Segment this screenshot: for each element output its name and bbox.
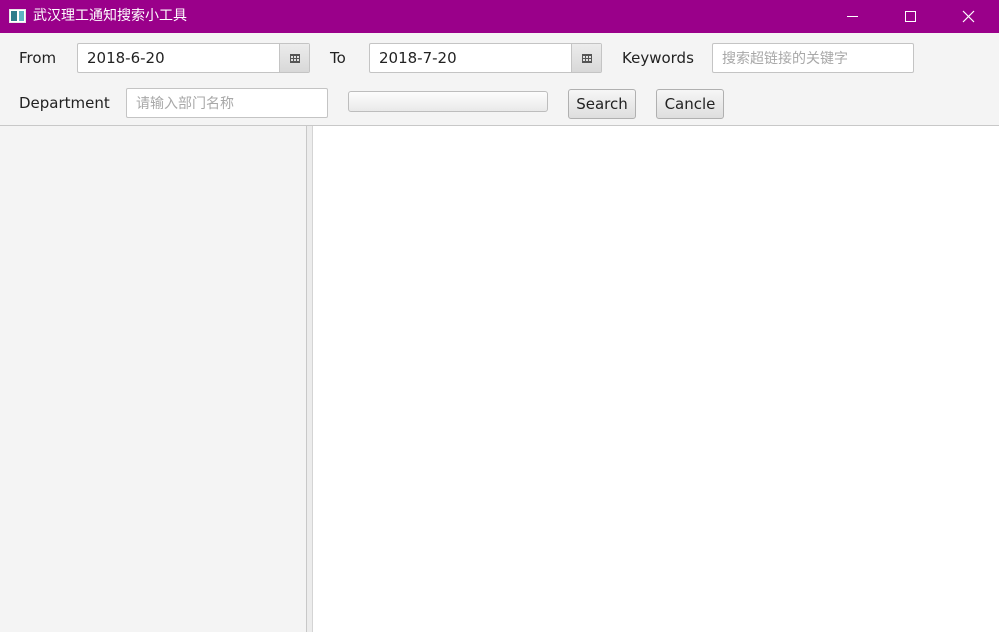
search-button[interactable]: Search [568,89,636,119]
keywords-label: Keywords [622,49,694,67]
maximize-icon [904,11,916,22]
progress-bar [348,91,548,112]
to-calendar-button[interactable] [571,44,601,72]
calendar-icon [289,53,300,63]
department-label: Department [19,94,110,112]
maximize-button[interactable] [881,0,939,33]
from-calendar-button[interactable] [279,44,309,72]
results-list-panel[interactable] [0,126,306,632]
title-bar: 武汉理工通知搜索小工具 [0,0,999,33]
split-pane-divider[interactable] [306,126,313,632]
from-date-input[interactable] [78,44,280,72]
to-date-picker [369,43,602,73]
keywords-input[interactable] [712,43,914,73]
window-title: 武汉理工通知搜索小工具 [33,8,187,24]
to-date-input[interactable] [370,44,572,72]
to-label: To [330,49,346,67]
from-label: From [19,49,57,67]
from-date-picker [77,43,310,73]
minimize-button[interactable] [823,0,881,33]
cancel-button[interactable]: Cancle [656,89,724,119]
close-button[interactable] [939,0,997,33]
app-icon-pane-left [11,11,17,21]
close-icon [962,10,974,23]
minimize-icon [846,16,858,17]
app-icon-pane-right [19,11,24,21]
calendar-icon [581,53,592,63]
department-input[interactable] [126,88,328,118]
app-icon [9,9,26,23]
content-view-panel[interactable] [313,126,999,632]
